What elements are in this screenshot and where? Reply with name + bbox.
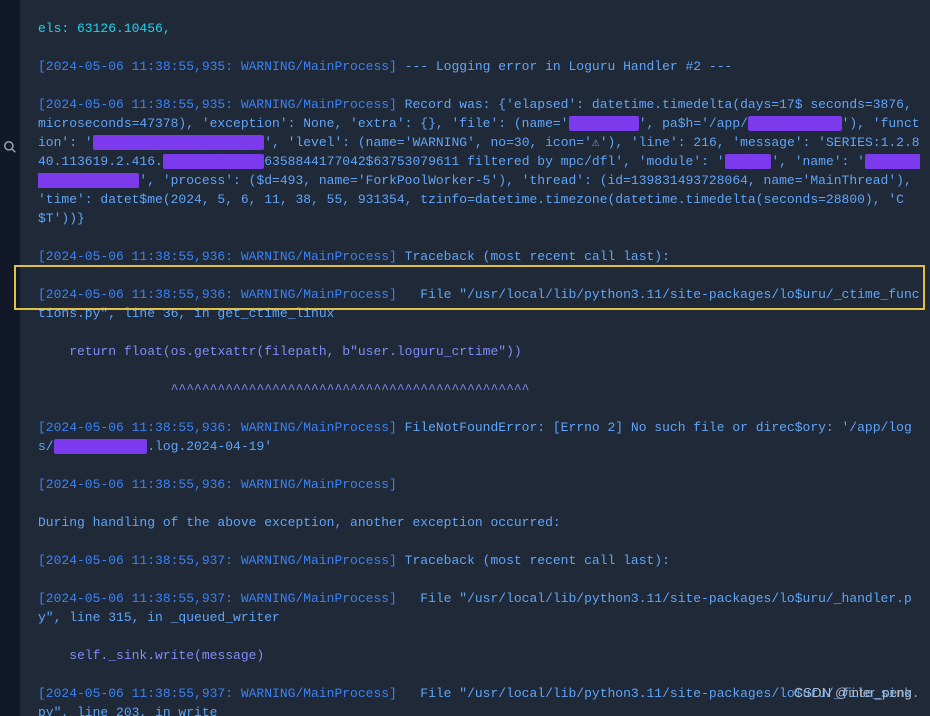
redacted-text: receiver.err (54, 439, 148, 454)
log-line: [2024-05-06 11:38:55,937: WARNING/MainPr… (38, 684, 922, 716)
redacted-text: 0422744065221 (163, 154, 264, 169)
redacted-text: repacs (725, 154, 772, 169)
redacted-text: repacs.py (569, 116, 639, 131)
redacted-text: bulk_create_image_task (93, 135, 265, 150)
log-line: During handling of the above exception, … (38, 513, 922, 532)
log-line: els: 63126.10456, (38, 19, 922, 38)
log-line: [2024-05-06 11:38:55,937: WARNING/MainPr… (38, 589, 922, 627)
log-output[interactable]: els: 63126.10456, [2024-05-06 11:38:55,9… (20, 0, 930, 716)
log-line: [2024-05-06 11:38:55,937: WARNING/MainPr… (38, 551, 922, 570)
watermark: CSDN @inter_peng (794, 683, 912, 702)
log-line: [2024-05-06 11:38:55,936: WARNING/MainPr… (38, 247, 922, 266)
log-caret: ^^^^^^^^^^^^^^^^^^^^^^^^^^^^^^^^^^^^^^^^… (38, 380, 922, 399)
log-line: [2024-05-06 11:38:55,936: WARNING/MainPr… (38, 475, 922, 494)
log-line: return float(os.getxattr(filepath, b"use… (38, 342, 922, 361)
redacted-text: receiver.err (748, 116, 842, 131)
log-line: [2024-05-06 11:38:55,936: WARNING/MainPr… (38, 285, 922, 323)
search-icon[interactable] (3, 140, 17, 160)
log-line-highlighted: [2024-05-06 11:38:55,936: WARNING/MainPr… (38, 418, 922, 456)
log-line: [2024-05-06 11:38:55,935: WARNING/MainPr… (38, 95, 922, 228)
sidebar (0, 0, 20, 716)
log-line: self._sink.write(message) (38, 646, 922, 665)
log-line: [2024-05-06 11:38:55,935: WARNING/MainPr… (38, 57, 922, 76)
